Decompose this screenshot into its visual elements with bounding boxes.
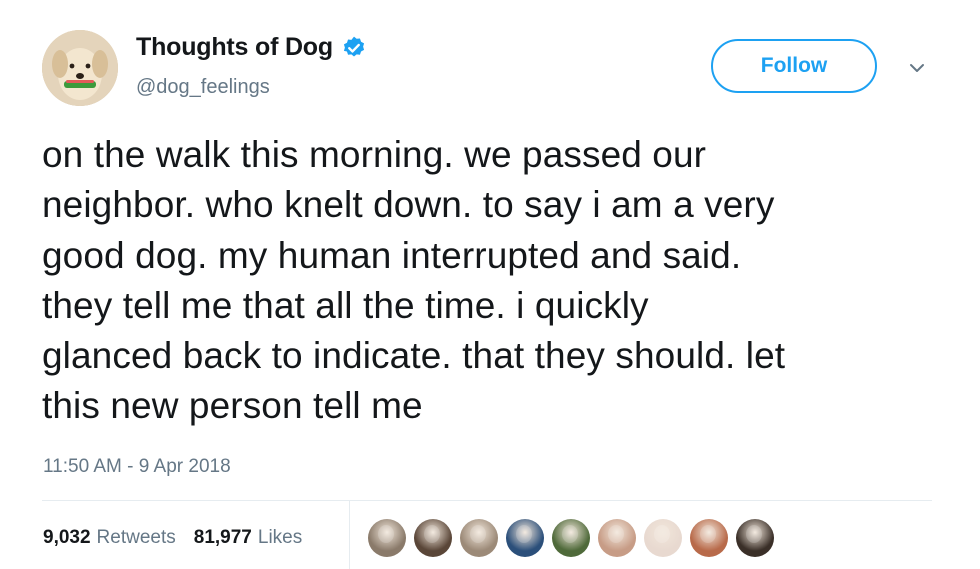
- author-display-name[interactable]: Thoughts of Dog: [136, 33, 333, 62]
- divider: [42, 500, 932, 501]
- likes-label: Likes: [257, 527, 303, 548]
- author-name-row: Thoughts of Dog: [136, 33, 367, 62]
- liker-avatars: [368, 519, 782, 557]
- tweet-text: on the walk this morning. we passed our …: [42, 134, 786, 427]
- stats-vertical-divider: [349, 500, 350, 569]
- tweet-timestamp[interactable]: 11:50 AM - 9 Apr 2018: [43, 456, 231, 478]
- retweets-label: Retweets: [96, 527, 176, 548]
- author-handle[interactable]: @dog_feelings: [136, 76, 270, 99]
- liker-avatar[interactable]: [414, 519, 452, 557]
- engagement-stats: 9,032 Retweets 81,977 Likes: [43, 527, 320, 549]
- liker-avatar[interactable]: [690, 519, 728, 557]
- liker-avatar[interactable]: [736, 519, 774, 557]
- liker-avatar[interactable]: [598, 519, 636, 557]
- liker-avatar[interactable]: [506, 519, 544, 557]
- retweets-stat[interactable]: 9,032 Retweets: [43, 527, 176, 549]
- verified-badge-icon: [341, 35, 367, 61]
- chevron-down-icon[interactable]: [905, 56, 929, 80]
- liker-avatar[interactable]: [368, 519, 406, 557]
- liker-avatar[interactable]: [460, 519, 498, 557]
- author-avatar[interactable]: [42, 30, 118, 106]
- likes-stat[interactable]: 81,977 Likes: [194, 527, 302, 549]
- liker-avatar[interactable]: [552, 519, 590, 557]
- liker-avatar[interactable]: [644, 519, 682, 557]
- tweet-card: Thoughts of Dog @dog_feelings Follow on …: [0, 0, 980, 569]
- dog-avatar-image: [42, 30, 118, 106]
- follow-button[interactable]: Follow: [711, 39, 877, 93]
- likes-count: 81,977: [193, 527, 252, 548]
- retweets-count: 9,032: [43, 527, 91, 548]
